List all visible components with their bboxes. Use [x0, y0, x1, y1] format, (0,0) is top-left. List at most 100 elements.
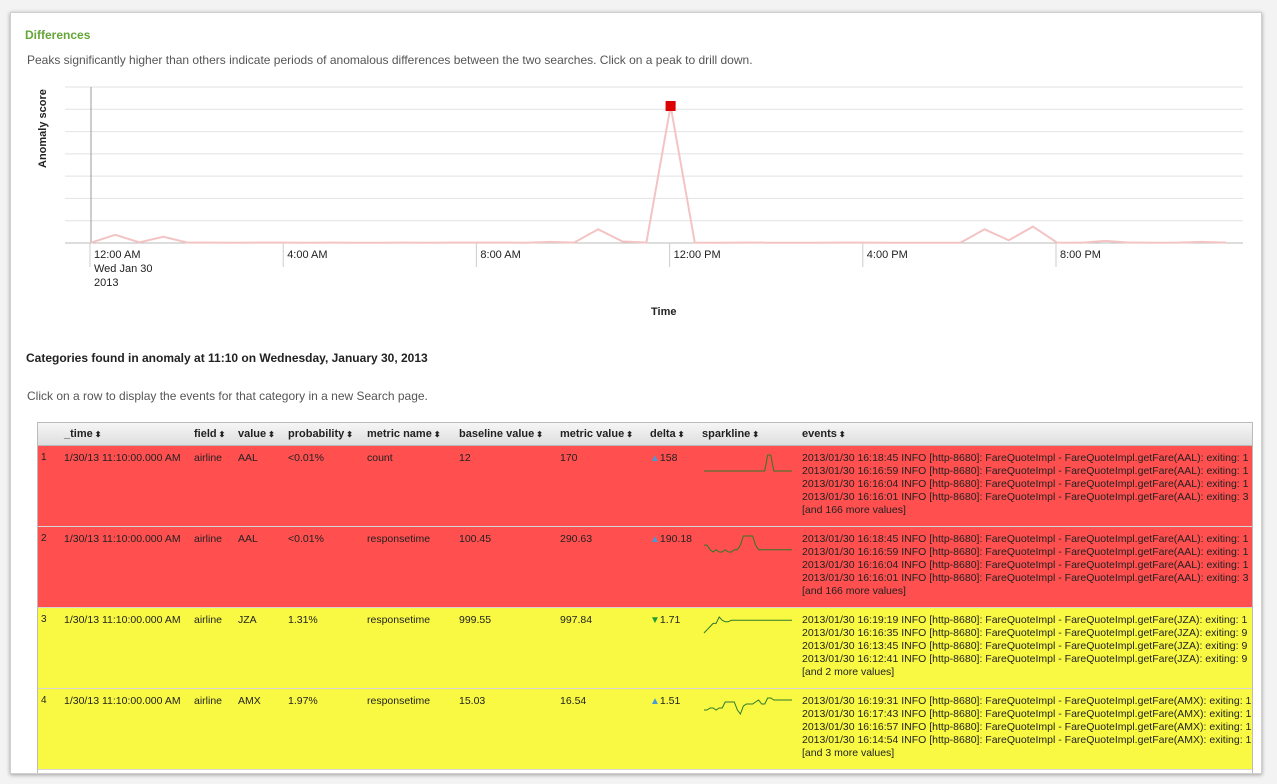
field-cell: airline — [194, 694, 223, 707]
col-field[interactable]: field ⬍ — [190, 423, 234, 446]
anomaly-chart-svg[interactable]: 12:00 AM Wed Jan 30 2013 4:00 AM 8:00 AM 12:0… — [11, 73, 1262, 343]
event-line: 2013/01/30 16:16:35 INFO [http-8680]: Fa… — [802, 626, 1248, 639]
sort-icon: ⬍ — [838, 429, 846, 439]
col-time[interactable]: _time ⬍ — [60, 423, 190, 446]
event-line: 2013/01/30 16:14:54 INFO [http-8680]: Fa… — [802, 733, 1252, 746]
delta-value: 158 — [659, 451, 678, 464]
field-cell: airline — [194, 532, 223, 545]
events-cell: 2013/01/30 16:19:19 INFO [http-8680]: Fa… — [798, 607, 1252, 688]
baseline-value-cell: 999.55 — [459, 613, 492, 626]
value-cell: AAL — [238, 532, 258, 545]
event-line: [and 166 more values] — [802, 503, 906, 516]
baseline-value-cell: 100.45 — [459, 532, 492, 545]
col-metric-name[interactable]: metric name ⬍ — [363, 423, 455, 446]
table-row[interactable]: 4 1/30/13 11:10:00.000 AM airline AMX 1.97% r… — [38, 688, 1252, 769]
x-tick-label: Wed Jan 30 — [94, 263, 153, 275]
time-cell: 1/30/13 11:10:00.000 AM — [64, 451, 181, 464]
event-line: [and 2 more values] — [802, 665, 895, 678]
event-line: 2013/01/30 16:18:45 INFO [http-8680]: Fa… — [802, 532, 1249, 545]
panel-title: Differences — [25, 28, 91, 42]
metric-value-cell: 170 — [560, 451, 578, 464]
events-cell: 2013/01/30 16:18:45 INFO [http-8680]: Fa… — [798, 445, 1252, 526]
delta-value: 1.71 — [659, 613, 681, 626]
field-cell: airline — [194, 451, 223, 464]
sparkline-path — [704, 697, 792, 715]
baseline-value-cell: 15.03 — [459, 694, 486, 707]
event-line: 2013/01/30 16:16:01 INFO [http-8680]: Fa… — [802, 490, 1249, 503]
sparkline-cell — [698, 688, 798, 769]
metric-name-cell: responsetime — [367, 532, 431, 545]
col-delta[interactable]: delta ⬍ — [646, 423, 698, 446]
x-tick-label: 4:00 PM — [867, 249, 908, 261]
event-line: 2013/01/30 16:19:31 INFO [http-8680]: Fa… — [802, 694, 1252, 707]
x-axis-label: Time — [651, 306, 677, 318]
event-line: [and 3 more values] — [802, 746, 895, 759]
col-value[interactable]: value ⬍ — [234, 423, 284, 446]
peak-marker[interactable] — [665, 101, 676, 111]
metric-name-cell: responsetime — [367, 694, 431, 707]
panel-subtitle: Peaks significantly higher than others i… — [27, 53, 753, 67]
delta-cell: ▲1.51 — [646, 688, 698, 769]
row-number: 2 — [41, 532, 47, 544]
event-line: [and 166 more values] — [802, 584, 906, 597]
time-cell: 1/30/13 11:10:00.000 AM — [64, 532, 181, 545]
col-sparkline[interactable]: sparkline ⬍ — [698, 423, 798, 446]
events-cell: 2013/01/30 16:18:45 INFO [http-8680]: Fa… — [798, 526, 1252, 607]
row-number: 1 — [41, 451, 47, 463]
row-number: 3 — [41, 613, 47, 625]
baseline-value-cell: 12 — [459, 451, 471, 464]
metric-name-cell: count — [367, 451, 393, 464]
sparkline-cell — [698, 607, 798, 688]
sort-icon: ⬍ — [218, 429, 226, 439]
event-line: 2013/01/30 16:16:59 INFO [http-8680]: Fa… — [802, 464, 1249, 477]
delta-down-icon: ▼ — [650, 614, 660, 626]
sparkline — [704, 535, 792, 553]
col-metric-value[interactable]: metric value ⬍ — [556, 423, 646, 446]
time-cell: 1/30/13 11:10:00.000 AM — [64, 613, 181, 626]
x-tick-label: 8:00 AM — [480, 249, 520, 261]
time-cell: 1/30/13 11:10:00.000 AM — [64, 694, 181, 707]
sort-icon: ⬍ — [433, 429, 441, 439]
categories-heading: Categories found in anomaly at 11:10 on … — [26, 351, 428, 365]
x-tick-label: 8:00 PM — [1060, 249, 1101, 261]
delta-up-icon: ▲ — [650, 452, 660, 464]
delta-up-icon: ▲ — [650, 695, 660, 707]
col-baseline-value[interactable]: baseline value ⬍ — [455, 423, 556, 446]
x-tick-label: 12:00 AM — [94, 249, 140, 261]
metric-value-cell: 997.84 — [560, 613, 593, 626]
categories-instructions: Click on a row to display the events for… — [27, 389, 428, 403]
value-cell: JZA — [238, 613, 257, 626]
categories-table: _time ⬍ field ⬍ value ⬍ probability ⬍ metric… — [37, 422, 1253, 773]
sort-icon: ⬍ — [626, 429, 633, 439]
event-line: 2013/01/30 16:19:19 INFO [http-8680]: Fa… — [802, 613, 1248, 626]
delta-value: 1.51 — [659, 694, 681, 707]
event-line: 2013/01/30 16:17:43 INFO [http-8680]: Fa… — [802, 707, 1252, 720]
x-tick-label: 12:00 PM — [674, 249, 721, 261]
anomaly-chart[interactable]: 12:00 AM Wed Jan 30 2013 4:00 AM 8:00 AM 12:0… — [11, 73, 1262, 343]
sparkline — [703, 615, 792, 633]
sort-icon: ⬍ — [536, 429, 543, 439]
probability-cell: <0.01% — [288, 532, 324, 545]
event-line: 2013/01/30 16:13:45 INFO [http-8680]: Fa… — [802, 639, 1248, 652]
value-cell: AMX — [238, 694, 261, 707]
field-cell: airline — [194, 613, 223, 626]
sort-icon: ⬍ — [268, 429, 275, 439]
probability-cell: 1.31% — [288, 613, 318, 626]
event-line: 2013/01/30 16:16:04 INFO [http-8680]: Fa… — [802, 477, 1249, 490]
sparkline-cell — [698, 526, 798, 607]
table-header-row: _time ⬍ field ⬍ value ⬍ probability ⬍ metric… — [38, 423, 1252, 446]
probability-cell: 1.97% — [288, 694, 318, 707]
col-events[interactable]: events ⬍ — [798, 423, 1252, 446]
sparkline — [704, 697, 792, 715]
table-row[interactable]: 1 1/30/13 11:10:00.000 AM airline AAL <0.01%… — [38, 445, 1252, 526]
col-probability[interactable]: probability ⬍ — [284, 423, 363, 446]
col-rownum — [38, 423, 60, 446]
event-line: 2013/01/30 16:16:04 INFO [http-8680]: Fa… — [802, 558, 1249, 571]
table-row[interactable]: 3 1/30/13 11:10:00.000 AM airline JZA 1.31% r… — [38, 607, 1252, 688]
table-row[interactable]: 2 1/30/13 11:10:00.000 AM airline AAL <0.01%… — [38, 526, 1252, 607]
delta-cell: ▼1.71 — [646, 607, 698, 688]
sort-icon: ⬍ — [752, 429, 760, 439]
y-axis-label: Anomaly score — [37, 89, 49, 168]
event-line: 2013/01/30 16:12:41 INFO [http-8680]: Fa… — [802, 652, 1248, 665]
row-number: 4 — [41, 694, 47, 706]
